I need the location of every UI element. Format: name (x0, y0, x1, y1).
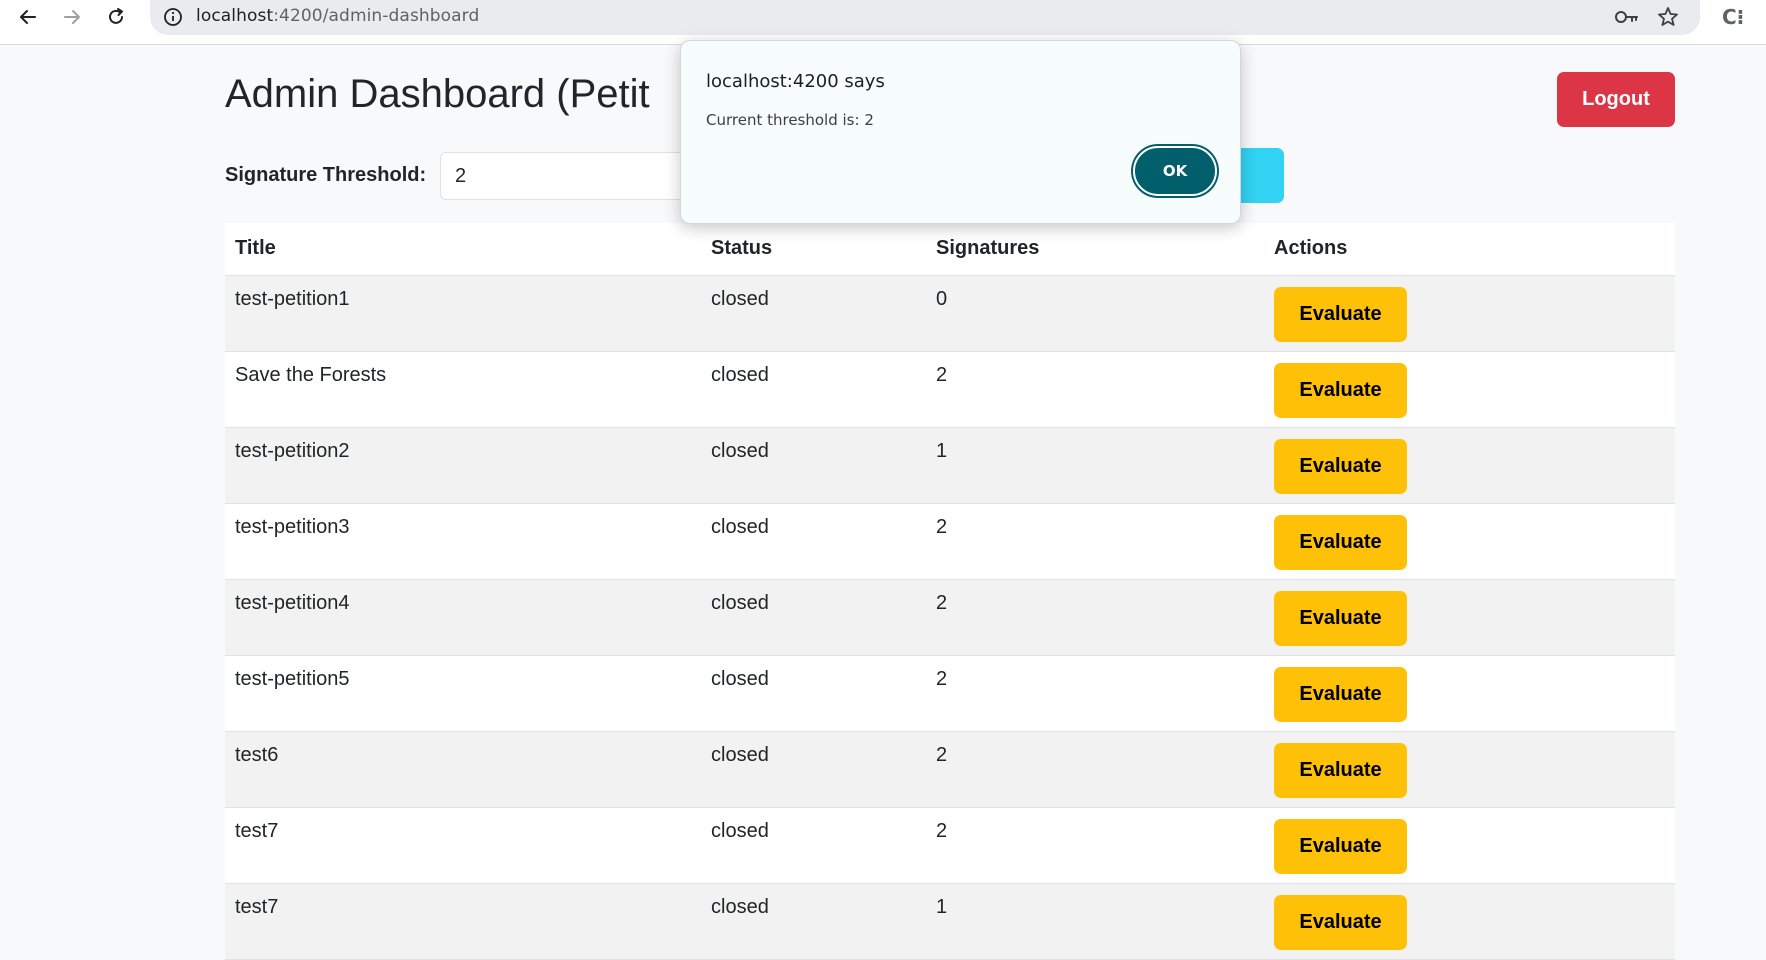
petition-status: closed (701, 883, 926, 960)
action-cell: Evaluate (1264, 883, 1675, 960)
table-header-row: Title Status Signatures Actions (225, 223, 1675, 276)
petition-signatures: 1 (926, 427, 1264, 504)
forward-arrow-icon (64, 10, 80, 24)
petition-signatures: 0 (926, 275, 1264, 352)
evaluate-button[interactable]: Evaluate (1274, 590, 1407, 646)
petition-signatures: 2 (926, 655, 1264, 732)
reload-icon (109, 8, 123, 24)
petition-title: test-petition5 (225, 655, 701, 732)
table-row: test7 closed 2 Evaluate (225, 807, 1675, 884)
action-cell: Evaluate (1264, 655, 1675, 732)
table-row: test7 closed 1 Evaluate (225, 883, 1675, 960)
petition-status: closed (701, 731, 926, 808)
petition-title: test-petition4 (225, 579, 701, 656)
ok-button[interactable]: OK (1133, 146, 1217, 196)
evaluate-button[interactable]: Evaluate (1274, 818, 1407, 874)
header-status: Status (701, 223, 926, 276)
petition-title: Save the Forests (225, 351, 701, 428)
back-arrow-icon (20, 10, 36, 24)
table-row: test-petition3 closed 2 Evaluate (225, 503, 1675, 580)
url-text: localhost:4200/admin-dashboard (196, 6, 479, 26)
alert-title: localhost:4200 says (706, 71, 885, 92)
petition-status: closed (701, 579, 926, 656)
forward-button[interactable] (52, 2, 92, 32)
petition-status: closed (701, 351, 926, 428)
key-icon[interactable] (1614, 7, 1640, 32)
star-icon[interactable] (1656, 5, 1680, 34)
petition-status: closed (701, 807, 926, 884)
back-button[interactable] (8, 2, 48, 32)
petition-title: test-petition1 (225, 275, 701, 352)
petition-status: closed (701, 275, 926, 352)
action-cell: Evaluate (1264, 807, 1675, 884)
action-cell: Evaluate (1264, 579, 1675, 656)
header-actions: Actions (1264, 223, 1675, 276)
action-cell: Evaluate (1264, 351, 1675, 428)
petition-signatures: 2 (926, 503, 1264, 580)
url-path: :4200/admin-dashboard (273, 6, 480, 26)
table-row: Save the Forests closed 2 Evaluate (225, 351, 1675, 428)
petition-signatures: 2 (926, 731, 1264, 808)
reload-button[interactable] (96, 2, 136, 32)
evaluate-button[interactable]: Evaluate (1274, 894, 1407, 950)
evaluate-button[interactable]: Evaluate (1274, 666, 1407, 722)
petition-title: test6 (225, 731, 701, 808)
evaluate-button[interactable]: Evaluate (1274, 438, 1407, 494)
address-bar[interactable]: localhost:4200/admin-dashboard (150, 0, 1700, 35)
alert-dialog: localhost:4200 says Current threshold is… (680, 40, 1241, 224)
evaluate-button[interactable]: Evaluate (1274, 362, 1407, 418)
header-signatures: Signatures (926, 223, 1264, 276)
petition-title: test-petition3 (225, 503, 701, 580)
petition-status: closed (701, 503, 926, 580)
logout-button[interactable]: Logout (1557, 72, 1675, 127)
table-row: test-petition1 closed 0 Evaluate (225, 275, 1675, 352)
petition-signatures: 2 (926, 579, 1264, 656)
extension-icon[interactable]: C⁝ (1722, 4, 1752, 30)
table-row: test-petition4 closed 2 Evaluate (225, 579, 1675, 656)
evaluate-button[interactable]: Evaluate (1274, 742, 1407, 798)
petition-signatures: 1 (926, 883, 1264, 960)
threshold-label: Signature Threshold: (225, 164, 427, 186)
alert-message: Current threshold is: 2 (706, 111, 874, 129)
info-icon[interactable] (162, 6, 184, 33)
table-row: test-petition5 closed 2 Evaluate (225, 655, 1675, 732)
action-cell: Evaluate (1264, 731, 1675, 808)
action-cell: Evaluate (1264, 427, 1675, 504)
threshold-input[interactable] (440, 152, 690, 200)
action-cell: Evaluate (1264, 503, 1675, 580)
header-title: Title (225, 223, 701, 276)
petition-status: closed (701, 655, 926, 732)
browser-toolbar: localhost:4200/admin-dashboard C⁝ (0, 0, 1766, 45)
page-title: Admin Dashboard (Petit (225, 72, 650, 116)
petition-status: closed (701, 427, 926, 504)
petition-title: test7 (225, 807, 701, 884)
evaluate-button[interactable]: Evaluate (1274, 514, 1407, 570)
petition-table: Title Status Signatures Actions test-pet… (225, 223, 1675, 960)
petition-signatures: 2 (926, 807, 1264, 884)
url-host: localhost (196, 6, 274, 26)
table-row: test-petition2 closed 1 Evaluate (225, 427, 1675, 504)
petition-title: test-petition2 (225, 427, 701, 504)
petition-signatures: 2 (926, 351, 1264, 428)
evaluate-button[interactable]: Evaluate (1274, 286, 1407, 342)
action-cell: Evaluate (1264, 275, 1675, 352)
table-row: test6 closed 2 Evaluate (225, 731, 1675, 808)
petition-title: test7 (225, 883, 701, 960)
